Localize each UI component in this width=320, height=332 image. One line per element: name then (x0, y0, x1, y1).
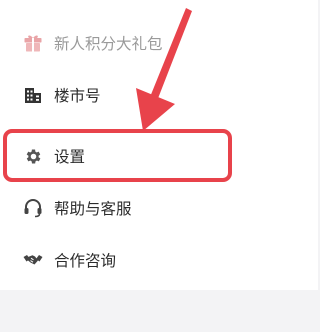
menu-item-label: 楼市号 (54, 87, 101, 105)
menu-item-business-cooperation[interactable]: 合作咨询 (0, 235, 318, 285)
menu-item-new-user-points-gift[interactable]: 新人积分大礼包 (0, 18, 318, 68)
gear-icon (22, 145, 44, 167)
menu-item-label: 帮助与客服 (54, 200, 132, 218)
gift-icon (22, 32, 44, 54)
menu-item-building-account[interactable]: 楼市号 (0, 70, 318, 120)
menu-panel: 新人积分大礼包 楼市号 设置 帮助与客服 合作咨询 (0, 0, 318, 290)
menu-item-label: 新人积分大礼包 (54, 35, 163, 53)
headset-icon (22, 197, 44, 219)
menu-item-label: 合作咨询 (54, 252, 117, 270)
menu-item-label: 设置 (54, 148, 86, 166)
menu-item-settings[interactable]: 设置 (0, 131, 318, 181)
building-icon (22, 84, 44, 106)
handshake-icon (22, 249, 44, 271)
menu-item-help-and-support[interactable]: 帮助与客服 (0, 183, 318, 233)
